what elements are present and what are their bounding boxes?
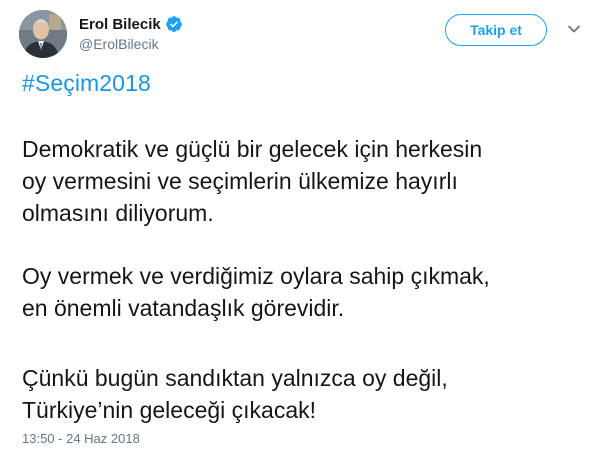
tweet-line: Çünkü bugün sandıktan yalnızca oy değil, bbox=[22, 365, 448, 391]
tweet-paragraph-1: Demokratik ve güçlü bir gelecek için her… bbox=[22, 133, 592, 229]
tweet-card: Erol Bilecik @ErolBilecik Takip et #Seçi… bbox=[0, 0, 600, 457]
tweet-line: en önemli vatandaşlık görevidir. bbox=[22, 295, 345, 321]
chevron-down-icon[interactable] bbox=[567, 22, 581, 36]
tweet-header: Erol Bilecik @ErolBilecik Takip et bbox=[19, 10, 589, 60]
hashtag-link[interactable]: #Seçim2018 bbox=[22, 70, 151, 97]
tweet-paragraph-2: Oy vermek ve verdiğimiz oylara sahip çık… bbox=[22, 260, 592, 324]
display-name-row: Erol Bilecik bbox=[79, 14, 183, 34]
tweet-paragraph-3: Çünkü bugün sandıktan yalnızca oy değil,… bbox=[22, 362, 592, 426]
display-name[interactable]: Erol Bilecik bbox=[79, 16, 161, 33]
user-handle[interactable]: @ErolBilecik bbox=[79, 36, 183, 52]
follow-button[interactable]: Takip et bbox=[445, 14, 547, 46]
tweet-timestamp[interactable]: 13:50 - 24 Haz 2018 bbox=[22, 431, 140, 446]
tweet-line: Oy vermek ve verdiğimiz oylara sahip çık… bbox=[22, 263, 490, 289]
tweet-line: Türkiye’nin geleceği çıkacak! bbox=[22, 397, 317, 423]
avatar[interactable] bbox=[19, 10, 67, 58]
tweet-line: oy vermesini ve seçimlerin ülkemize hayı… bbox=[22, 168, 458, 194]
tweet-line: olmasını diliyorum. bbox=[22, 200, 214, 226]
verified-badge-icon bbox=[165, 15, 183, 33]
tweet-line: Demokratik ve güçlü bir gelecek için her… bbox=[22, 136, 483, 162]
user-names: Erol Bilecik @ErolBilecik bbox=[79, 14, 183, 52]
